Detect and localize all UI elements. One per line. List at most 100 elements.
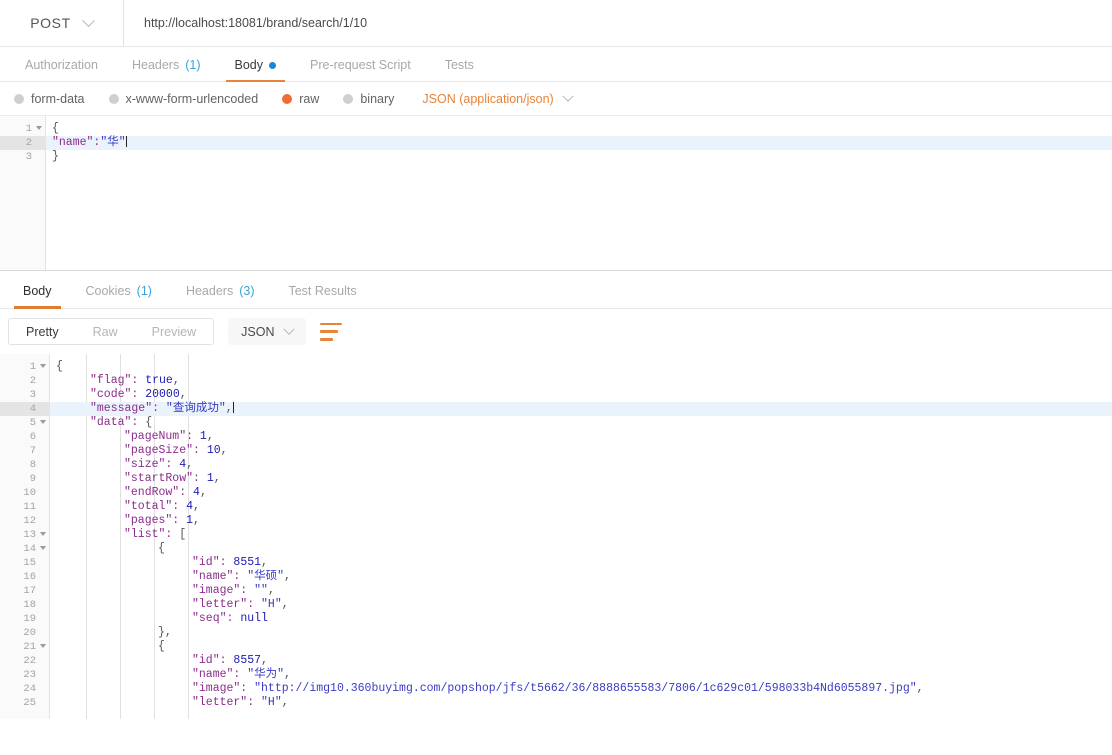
code-line[interactable]: { [50,542,1112,556]
fold-arrow-icon[interactable] [40,364,46,368]
body-type-raw-label: raw [299,91,320,106]
response-tab-test-results[interactable]: Test Results [271,284,373,308]
tab-authorization[interactable]: Authorization [8,58,115,81]
gutter-line-number: 3 [25,151,32,163]
tab-body[interactable]: Body [218,58,294,82]
tab-pre-request-script[interactable]: Pre-request Script [293,58,428,81]
url-input-wrapper [124,0,1112,46]
tab-headers-count: (1) [185,58,201,72]
code-line[interactable]: "seq": null [50,612,1112,626]
code-line[interactable]: "image": "", [50,584,1112,598]
radio-icon [343,93,354,104]
code-line[interactable]: "pageNum": 1, [50,430,1112,444]
code-line[interactable]: "message": "查询成功", [50,402,1112,416]
code-line[interactable]: "pageSize": 10, [50,444,1112,458]
gutter-line-number: 17 [23,585,36,597]
body-type-form-data[interactable]: form-data [14,92,85,106]
beautify-line-1 [320,322,343,326]
view-mode-preview[interactable]: Preview [134,319,214,344]
fold-arrow-icon[interactable] [40,644,46,648]
fold-arrow-icon[interactable] [40,420,46,424]
code-line[interactable]: { [50,360,1112,374]
gutter-line-number: 2 [29,375,36,387]
response-tab-body-label: Body [23,284,52,298]
fold-arrow-icon[interactable] [36,126,42,130]
gutter-line-number: 4 [0,402,49,416]
code-line[interactable]: "code": 20000, [50,388,1112,402]
code-line[interactable]: "name": "华硕", [50,570,1112,584]
gutter-line-number: 21 [0,640,49,654]
code-line[interactable]: "id": 8557, [50,654,1112,668]
response-body-editor[interactable]: 1 2 3 4 5 6 7 8 9 10 11 12 13 14 15 16 17 18 19 20 21 22 23 24 2… [0,354,1112,719]
code-line[interactable]: "name":"华" [46,136,1112,150]
request-body-editor[interactable]: 123 {"name":"华"} [0,116,1112,271]
radio-selected-icon [282,93,293,104]
code-line[interactable]: "list": [ [50,528,1112,542]
request-url-input[interactable] [142,15,1112,31]
gutter-line-number: 11 [23,501,36,513]
response-editor-code[interactable]: {"flag": true, "code": 20000, "message": "… [50,354,1112,719]
code-line[interactable]: "id": 8551, [50,556,1112,570]
content-type-selector[interactable]: JSON (application/json) [422,90,574,106]
chevron-down-icon [562,90,574,102]
beautify-line-3 [320,337,333,341]
gutter-line-number: 13 [0,528,49,542]
view-mode-raw-label: Raw [92,324,118,339]
content-type-label: JSON (application/json) [422,91,554,106]
code-line[interactable]: "flag": true, [50,374,1112,388]
request-editor-code[interactable]: {"name":"华"} [46,116,1112,270]
code-line[interactable]: "startRow": 1, [50,472,1112,486]
response-tab-headers-label: Headers [185,284,234,298]
gutter-line-number: 3 [29,389,36,401]
tab-tests[interactable]: Tests [428,58,491,81]
body-type-urlencoded-label: x-www-form-urlencoded [125,91,259,106]
tab-pre-request-script-label: Pre-request Script [310,58,411,72]
code-line[interactable]: "image": "http://img10.360buyimg.com/pop… [50,682,1112,696]
request-tab-bar: Authorization Headers (1) Body Pre-reque… [0,47,1112,82]
code-line[interactable]: { [46,122,1112,136]
code-line[interactable]: }, [50,626,1112,640]
fold-arrow-icon[interactable] [40,532,46,536]
response-tab-body[interactable]: Body [6,284,69,309]
code-line[interactable]: "data": { [50,416,1112,430]
response-tab-test-results-label: Test Results [288,284,357,298]
tab-headers[interactable]: Headers (1) [115,58,218,81]
gutter-line-number: 1 [0,122,45,136]
body-type-binary-label: binary [360,91,395,106]
code-line[interactable]: "letter": "H", [50,696,1112,710]
code-line[interactable]: { [50,640,1112,654]
gutter-line-number: 20 [23,627,36,639]
gutter-line-number: 7 [29,445,36,457]
text-cursor [232,402,234,413]
http-method-selector[interactable]: POST [0,0,124,46]
response-tab-cookies-label: Cookies [85,284,131,298]
tab-tests-label: Tests [444,58,474,72]
gutter-line-number: 16 [23,571,36,583]
body-type-raw[interactable]: raw [282,92,319,106]
response-format-selector[interactable]: JSON [228,318,307,345]
gutter-line-number: 10 [23,487,36,499]
chevron-down-icon [81,13,95,27]
code-line[interactable]: "endRow": 4, [50,486,1112,500]
beautify-format-icon[interactable] [320,322,343,341]
gutter-line-number: 12 [23,515,36,527]
code-line[interactable]: } [46,150,1112,164]
code-line[interactable]: "pages": 1, [50,514,1112,528]
fold-arrow-icon[interactable] [40,546,46,550]
code-line[interactable]: "size": 4, [50,458,1112,472]
response-tab-cookies-count: (1) [136,284,152,298]
view-mode-pretty[interactable]: Pretty [9,319,76,344]
view-mode-pretty-label: Pretty [26,324,59,339]
code-line[interactable]: "name": "华为", [50,668,1112,682]
code-line[interactable]: "total": 4, [50,500,1112,514]
gutter-line-number: 22 [23,655,36,667]
body-type-binary[interactable]: binary [343,92,394,106]
response-tab-cookies[interactable]: Cookies (1) [69,284,169,308]
response-tab-headers[interactable]: Headers (3) [169,284,272,308]
gutter-line-number: 15 [23,557,36,569]
view-mode-raw[interactable]: Raw [75,319,135,344]
body-modified-dot-icon [269,61,276,69]
gutter-line-number: 19 [23,613,36,625]
code-line[interactable]: "letter": "H", [50,598,1112,612]
body-type-urlencoded[interactable]: x-www-form-urlencoded [108,91,259,106]
